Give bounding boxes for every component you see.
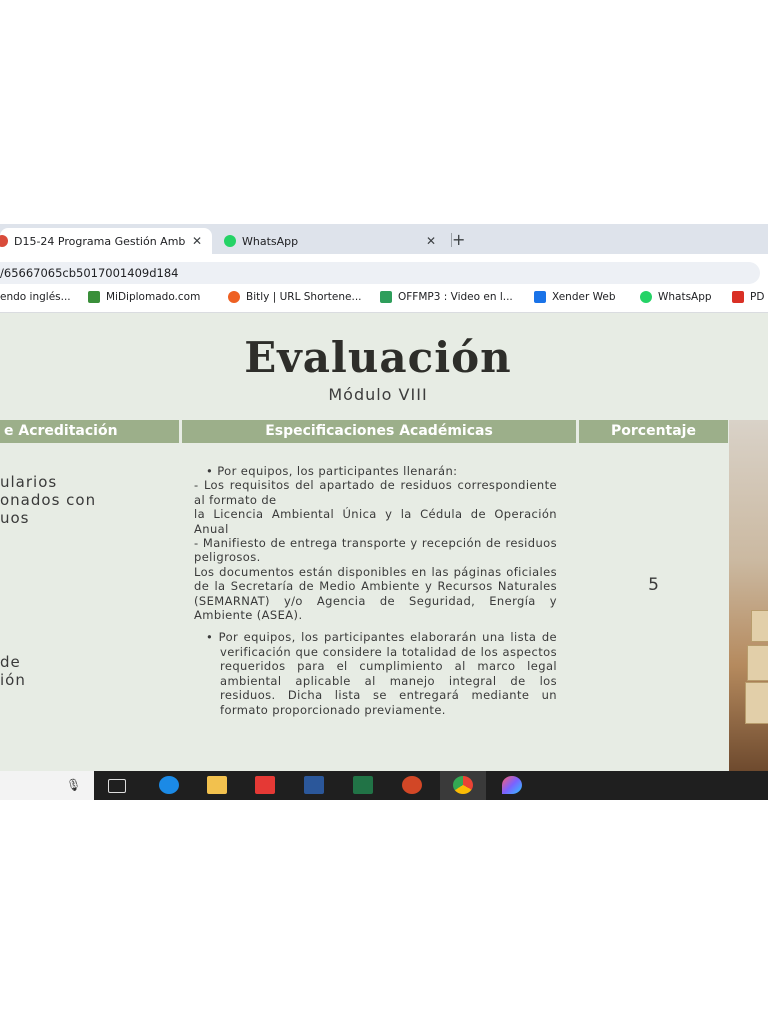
tab-bar: D15-24 Programa Gestión Amb ✕ WhatsApp ✕… — [0, 224, 768, 254]
acreditacion-text-1: ularios onados con uos — [0, 473, 97, 527]
microphone-icon[interactable]: 🎙 — [66, 778, 81, 792]
whatsapp-icon — [640, 291, 652, 303]
word-icon[interactable] — [304, 776, 324, 794]
url-field[interactable]: /65667065cb5017001409d184 — [0, 262, 760, 284]
bookmark-midiplomado[interactable]: MiDiplomado.com — [88, 291, 200, 303]
wooden-blocks-photo — [729, 420, 768, 771]
bookmark-xender[interactable]: Xender Web — [534, 291, 616, 303]
bookmark-label: Bitly | URL Shortene... — [246, 291, 362, 303]
bookmark-label: Xender Web — [552, 291, 616, 303]
new-tab-button[interactable]: + — [452, 230, 465, 249]
hi-app-icon[interactable] — [255, 776, 275, 794]
spec-paragraph: - Los requisitos del apartado de residuo… — [194, 478, 557, 507]
spec-paragraph: • Por equipos, los participantes llenará… — [206, 464, 458, 478]
wood-block — [745, 682, 768, 724]
header-especificaciones: Especificaciones Académicas — [182, 420, 576, 443]
address-bar: /65667065cb5017001409d184 — [0, 254, 768, 286]
wood-block — [747, 645, 768, 681]
bookmark-label: WhatsApp — [658, 291, 712, 303]
tab-close-icon[interactable]: ✕ — [192, 234, 202, 248]
windows-taskbar: 🎙 — [0, 771, 768, 800]
screenshot: D15-24 Programa Gestión Amb ✕ WhatsApp ✕… — [0, 224, 768, 800]
bookmark-pd[interactable]: PD — [732, 291, 764, 303]
bookmarks-bar: endo inglés... MiDiplomado.com Bitly | U… — [0, 286, 768, 313]
presentation-slide: Evaluación Módulo VIII e Acreditación Es… — [0, 313, 768, 771]
xender-icon — [534, 291, 546, 303]
especificaciones-text: • Por equipos, los participantes llenará… — [194, 464, 557, 717]
header-acreditacion: e Acreditación — [0, 420, 179, 443]
offmp3-icon — [380, 291, 392, 303]
paint3d-icon[interactable] — [502, 776, 522, 794]
bookmark-offmp3[interactable]: OFFMP3 : Video en l... — [380, 291, 513, 303]
header-porcentaje: Porcentaje — [579, 420, 728, 443]
spec-paragraph: - Manifiesto de entrega transporte y rec… — [194, 536, 557, 565]
file-explorer-icon[interactable] — [207, 776, 227, 794]
bookmark-label: MiDiplomado.com — [106, 291, 201, 303]
porcentaje-value: 5 — [648, 575, 659, 595]
tab-close-icon[interactable]: ✕ — [426, 234, 436, 248]
bookmark-label: PD — [750, 291, 765, 303]
taskbar-search[interactable]: 🎙 — [0, 771, 94, 800]
tab-favicon-icon — [0, 235, 8, 247]
bitly-icon — [228, 291, 240, 303]
powerpoint-icon[interactable] — [402, 776, 422, 794]
bookmark-whatsapp[interactable]: WhatsApp — [640, 291, 712, 303]
wood-block — [751, 610, 768, 642]
slide-subtitle: Módulo VIII — [328, 385, 428, 404]
excel-icon[interactable] — [353, 776, 373, 794]
tab-title: D15-24 Programa Gestión Amb — [14, 234, 186, 248]
chrome-icon[interactable] — [453, 776, 473, 794]
whatsapp-icon — [224, 235, 236, 247]
acreditacion-text-2: de ión — [0, 653, 26, 689]
tab-programa[interactable]: D15-24 Programa Gestión Amb ✕ — [0, 228, 212, 254]
task-view-icon[interactable] — [108, 779, 126, 793]
bookmark-bitly[interactable]: Bitly | URL Shortene... — [228, 291, 362, 303]
midiplomado-icon — [88, 291, 100, 303]
spec-paragraph: Los documentos están disponibles en las … — [194, 564, 557, 623]
pdf-icon — [732, 291, 744, 303]
bookmark-ingles[interactable]: endo inglés... — [0, 291, 71, 303]
slide-title: Evaluación — [244, 333, 512, 382]
spec-paragraph: • Por equipos, los participantes elabora… — [206, 630, 557, 717]
bookmark-label: endo inglés... — [0, 291, 71, 303]
edge-icon[interactable] — [159, 776, 179, 794]
spec-paragraph: la Licencia Ambiental Única y la Cédula … — [194, 507, 557, 536]
tab-whatsapp[interactable]: WhatsApp ✕ — [216, 228, 446, 254]
bookmark-label: OFFMP3 : Video en l... — [398, 291, 513, 303]
tab-title: WhatsApp — [242, 234, 299, 248]
